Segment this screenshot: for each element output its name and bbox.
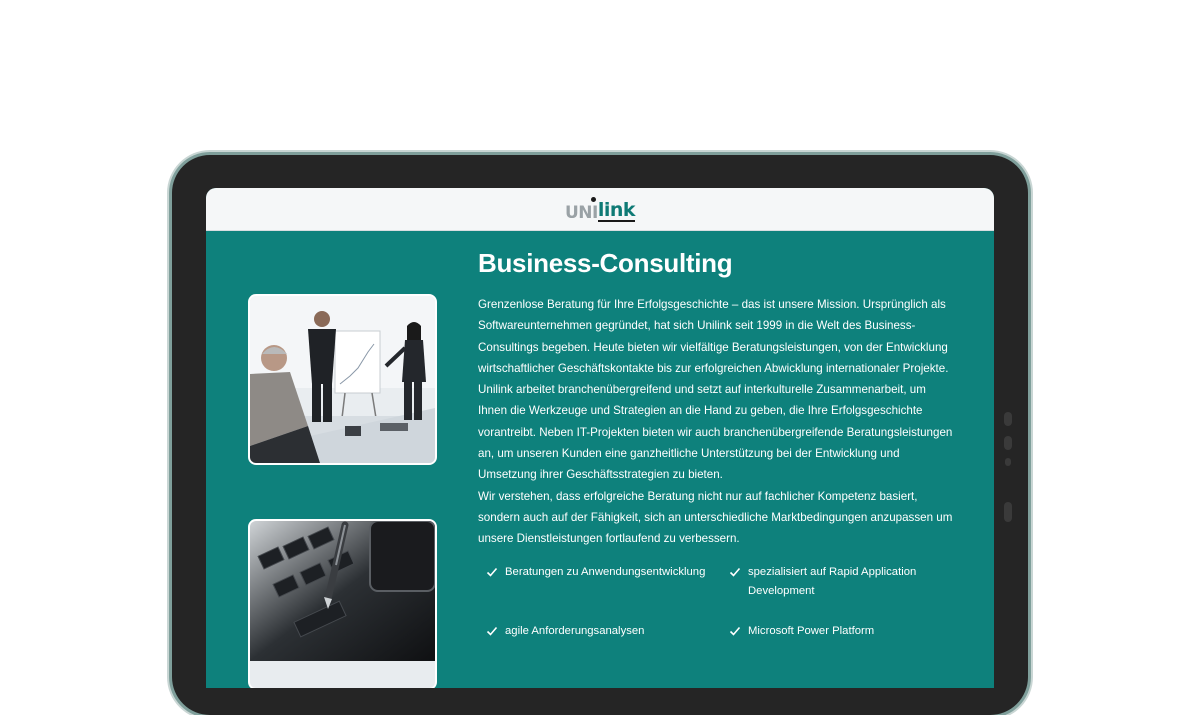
keyboard-illustration xyxy=(250,521,435,661)
tablet-side-button xyxy=(1004,412,1012,426)
intro-paragraph: Wir verstehen, dass erfolgreiche Beratun… xyxy=(478,489,953,546)
check-icon xyxy=(729,626,741,636)
page-title: Business-Consulting xyxy=(478,248,733,278)
feature-item: agile Anforderungsanalysen xyxy=(486,622,716,641)
logo-dot xyxy=(590,197,596,202)
tablet-side-button xyxy=(1005,458,1011,466)
site-header: UNI link xyxy=(206,188,994,231)
tablet-side-button xyxy=(1004,436,1012,450)
meeting-illustration xyxy=(250,296,435,463)
feature-label: Beratungen zu Anwendungsentwicklung xyxy=(505,566,706,578)
feature-label: agile Anforderungsanalysen xyxy=(505,625,645,637)
unilink-logo[interactable]: UNI link xyxy=(564,196,636,223)
feature-label: Microsoft Power Platform xyxy=(748,625,875,637)
tablet-screen: UNI link Business-Consulting Grenzenlose… xyxy=(206,188,994,688)
check-icon xyxy=(486,626,498,636)
intro-text: Grenzenlose Beratung für Ihre Erfolgsges… xyxy=(478,294,958,550)
feature-item: spezialisiert auf Rapid Application Deve… xyxy=(729,563,929,601)
feature-item: Microsoft Power Platform xyxy=(729,622,929,641)
feature-label: spezialisiert auf Rapid Application Deve… xyxy=(748,566,917,597)
tablet-side-button xyxy=(1004,502,1012,522)
feature-item: Beratungen zu Anwendungsentwicklung xyxy=(486,563,716,582)
check-icon xyxy=(486,567,498,577)
logo-prefix: UNI xyxy=(564,203,598,223)
check-icon xyxy=(729,567,741,577)
feature-list: Beratungen zu Anwendungsentwicklung spez… xyxy=(486,563,966,673)
intro-paragraph: Grenzenlose Beratung für Ihre Erfolgsges… xyxy=(478,298,953,482)
logo-suffix: link xyxy=(597,199,636,222)
keyboard-pen-photo xyxy=(248,519,437,688)
meeting-photo xyxy=(248,294,437,465)
